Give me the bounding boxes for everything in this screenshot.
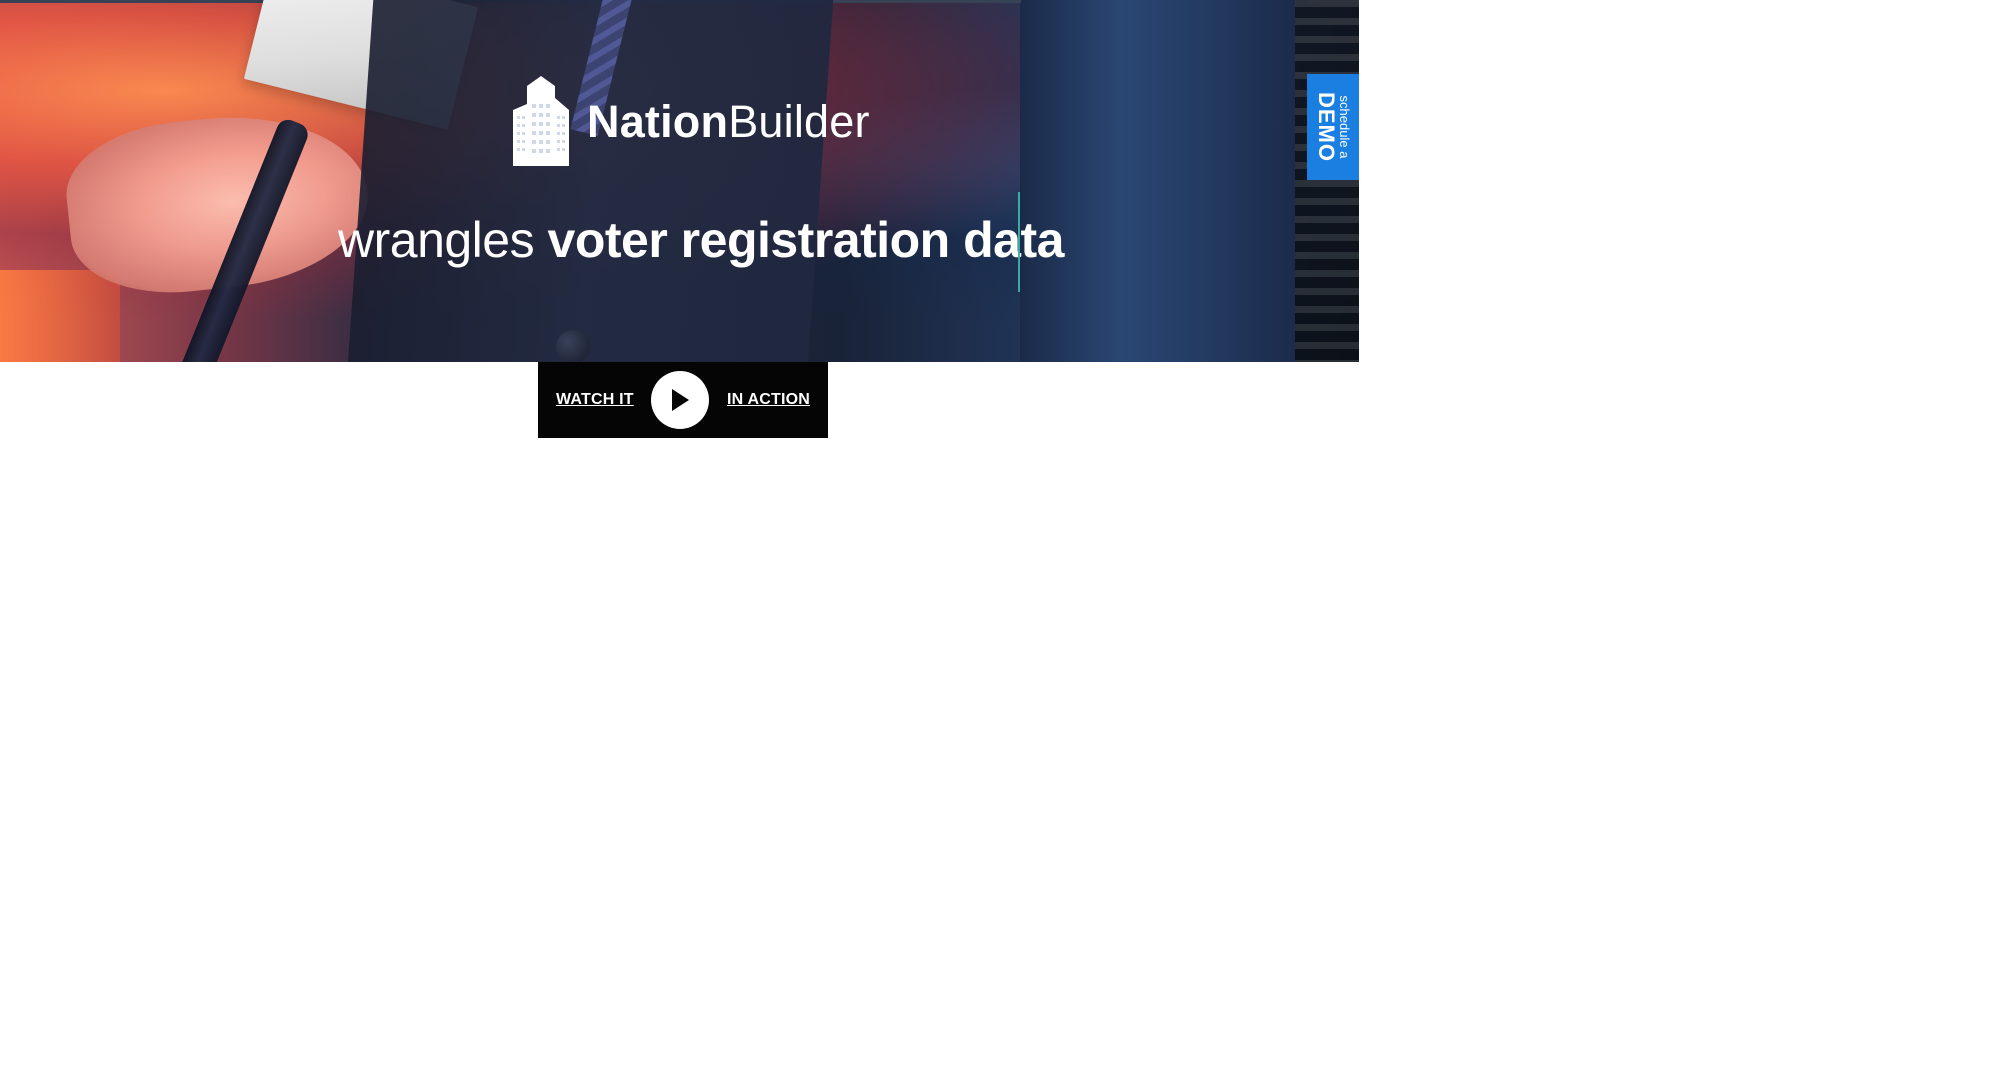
typing-cursor [1018, 192, 1020, 292]
hero-headline: wrangles voter registration data [338, 215, 1064, 265]
building-icon [513, 76, 569, 166]
headline-strong: voter registration data [547, 212, 1065, 268]
schedule-demo-tab[interactable]: schedule a DEMO [1307, 74, 1359, 180]
schedule-demo-big: DEMO [1314, 92, 1339, 162]
background-suit-button [556, 330, 590, 362]
background-text-strip [1295, 0, 1359, 362]
brand-name-bold: Nation [587, 95, 729, 147]
headline-light: wrangles [338, 212, 535, 268]
play-icon [672, 389, 690, 411]
hero-banner: NationBuilder wrangles voter registratio… [0, 0, 1359, 362]
brand-name: NationBuilder [587, 99, 870, 144]
brand-logo[interactable]: NationBuilder [505, 70, 870, 170]
play-button[interactable] [651, 371, 710, 429]
watch-video-button[interactable]: WATCH IT IN ACTION [538, 362, 828, 438]
background-suit-right [1020, 0, 1310, 362]
watch-video-left-label: WATCH IT [556, 391, 634, 408]
page: NationBuilder wrangles voter registratio… [0, 0, 1992, 1080]
background-sign [0, 270, 120, 362]
watch-video-right-label: IN ACTION [727, 391, 810, 408]
brand-name-light: Builder [728, 95, 870, 147]
schedule-demo-copy: schedule a DEMO [1307, 74, 1359, 180]
schedule-demo-small: schedule a [1337, 95, 1352, 159]
